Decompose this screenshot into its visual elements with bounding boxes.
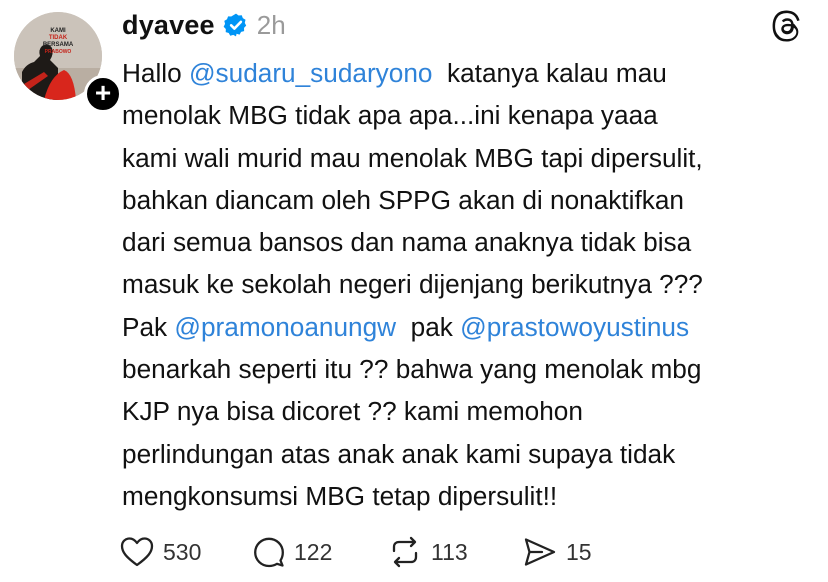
post-time: 2h bbox=[256, 9, 286, 40]
like-count: 530 bbox=[163, 538, 202, 565]
threads-logo-icon[interactable] bbox=[768, 8, 804, 44]
avatar-text-4: PRABOWO bbox=[45, 49, 72, 55]
text-segment: Hallo bbox=[122, 58, 189, 88]
body-line-9: KJP nya bisa dicoret ?? kami memohon bbox=[122, 396, 583, 427]
share-count: 15 bbox=[566, 538, 592, 565]
text-segment: Pak bbox=[122, 311, 175, 342]
mention-link[interactable]: @prastowoyustinus bbox=[460, 312, 689, 342]
share-button[interactable]: 15 bbox=[523, 536, 592, 568]
body-line-10: perlindungan atas anak anak kami supaya … bbox=[122, 438, 676, 469]
mention-link[interactable]: @pramonoanungw bbox=[174, 312, 396, 342]
action-bar: 530 122 113 15 bbox=[120, 530, 592, 574]
body-line-3: kami wali murid mau menolak MBG tapi dip… bbox=[122, 142, 703, 173]
mention-link[interactable]: @sudaru_sudaryono bbox=[189, 58, 433, 88]
post-header: dyavee 2h bbox=[122, 3, 286, 47]
follow-button[interactable]: + bbox=[84, 75, 122, 113]
avatar-text-3: BERSAMA bbox=[43, 42, 74, 48]
body-line-8: benarkah seperti itu ?? bahwa yang menol… bbox=[122, 354, 702, 385]
text-segment: katanya kalau mau bbox=[432, 58, 667, 88]
body-line-7: Pak @pramonoanungw pak @prastowoyustinus bbox=[122, 306, 812, 348]
body-line-5: dari semua bansos dan nama anaknya tidak… bbox=[122, 227, 692, 258]
heart-icon bbox=[120, 537, 154, 567]
body-line-1: Hallo @sudaru_sudaryono katanya kalau ma… bbox=[122, 52, 812, 94]
post-body: Hallo @sudaru_sudaryono katanya kalau ma… bbox=[122, 52, 812, 517]
comment-icon bbox=[254, 537, 284, 568]
body-line-6: masuk ke sekolah negeri dijenjang beriku… bbox=[122, 269, 703, 300]
avatar-text-1: KAMI bbox=[50, 28, 66, 34]
repost-icon bbox=[392, 536, 418, 568]
body-line-4: bahkan diancam oleh SPPG akan di nonakti… bbox=[122, 184, 684, 215]
reply-button[interactable]: 122 bbox=[253, 536, 388, 568]
avatar-text-2: TIDAK bbox=[49, 35, 68, 41]
repost-count: 113 bbox=[431, 538, 468, 565]
username[interactable]: dyavee bbox=[122, 10, 215, 41]
text-segment: pak bbox=[396, 311, 461, 342]
body-line-11: mengkonsumsi MBG tetap dipersulit!! bbox=[122, 480, 558, 511]
avatar[interactable]: KAMI TIDAK BERSAMA PRABOWO + bbox=[14, 12, 122, 113]
repost-button[interactable]: 113 bbox=[388, 536, 523, 568]
body-line-2: menolak MBG tidak apa apa...ini kenapa y… bbox=[122, 100, 658, 131]
plus-icon: + bbox=[94, 77, 112, 108]
reply-count: 122 bbox=[294, 538, 333, 565]
like-button[interactable]: 530 bbox=[120, 536, 253, 568]
verified-badge-icon bbox=[223, 13, 246, 37]
share-icon bbox=[524, 538, 556, 566]
